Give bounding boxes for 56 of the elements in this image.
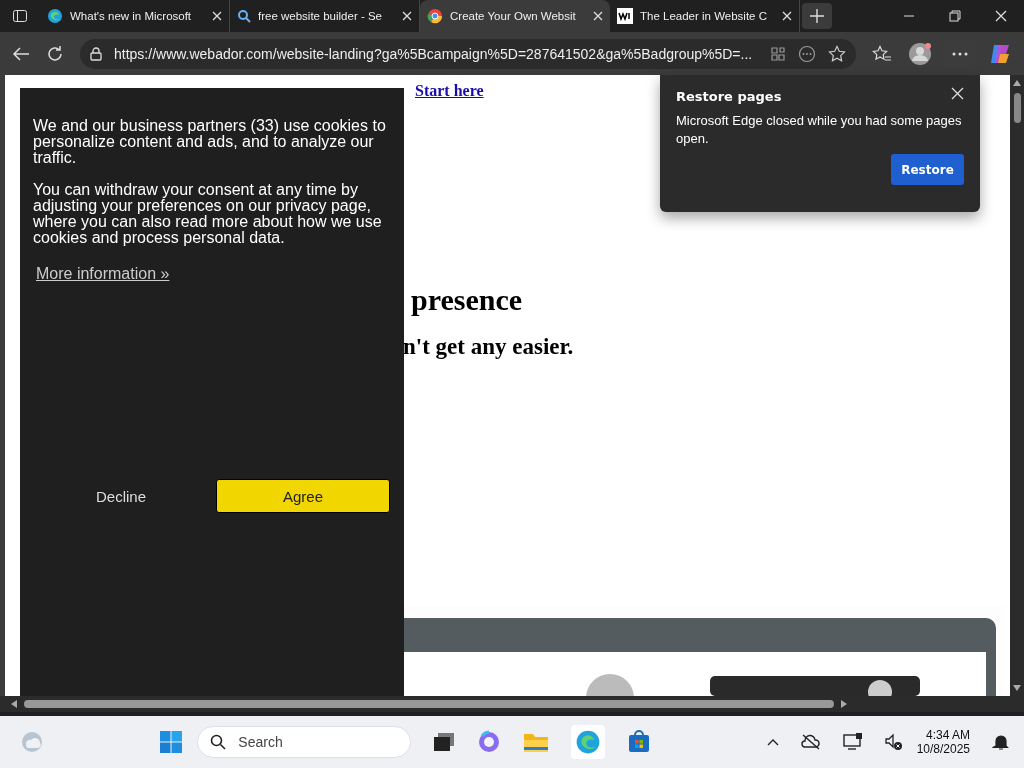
copilot-icon[interactable] [477, 730, 502, 754]
close-icon[interactable] [402, 11, 412, 21]
decline-button[interactable]: Decline [33, 486, 209, 506]
clock-time[interactable]: 4:34 AM [926, 728, 970, 742]
taskbar-search-field[interactable]: Search [236, 733, 391, 751]
apps-icon[interactable] [770, 45, 786, 62]
cookie-text: You can withdraw your consent at any time by adjusting your preferences on our privacy page, where you can also read more about how we use cookies and process personal data. [33, 182, 383, 246]
refresh-icon[interactable] [46, 44, 64, 63]
close-icon[interactable] [995, 10, 1007, 22]
monitor-icon[interactable] [842, 733, 863, 751]
favorites-icon[interactable] [872, 44, 892, 63]
browser-logo-icon[interactable] [575, 729, 602, 755]
popup-message: Microsoft Edge closed while you had some pages open. [676, 112, 963, 148]
lock-icon [90, 46, 102, 61]
logo-icon [617, 8, 633, 24]
scroll-down-icon[interactable] [1012, 684, 1022, 692]
start-icon[interactable] [159, 730, 184, 754]
browser-tab[interactable]: Create Your Own Websit [420, 0, 610, 32]
close-icon[interactable] [212, 11, 222, 21]
back-icon[interactable] [12, 45, 30, 62]
close-icon[interactable] [951, 87, 964, 100]
star-icon[interactable] [828, 44, 846, 63]
task-view-icon[interactable] [433, 732, 456, 752]
cookie-text: We and our business partners (33) use cookies to personalize content and ads, and to analyze our traffic. [33, 118, 387, 166]
notification-bell-icon[interactable] [992, 733, 1010, 751]
browser-logo-icon [47, 8, 63, 24]
restore-button[interactable]: Restore [891, 154, 964, 185]
scroll-up-icon[interactable] [1012, 79, 1022, 87]
restore-window-icon[interactable] [949, 10, 961, 22]
chevron-up-icon[interactable] [766, 738, 779, 746]
promo-link[interactable]: Start here [415, 82, 484, 99]
speaker-muted-icon[interactable] [884, 733, 903, 751]
folder-icon[interactable] [523, 731, 550, 753]
colorful-circle-icon [427, 8, 443, 24]
clock-date[interactable]: 10/8/2025 [916, 742, 970, 756]
scroll-left-icon[interactable] [10, 699, 18, 709]
new-tab-icon[interactable] [802, 3, 832, 29]
scroll-right-icon[interactable] [840, 699, 848, 709]
close-icon[interactable] [782, 11, 792, 21]
search-icon [210, 734, 227, 750]
popup-title: Restore pages [676, 89, 782, 104]
scrollbar-thumb[interactable] [24, 700, 834, 708]
profile-avatar-icon[interactable] [908, 41, 932, 66]
headline: presence [411, 283, 523, 316]
cloud-off-icon[interactable] [800, 734, 821, 750]
scrollbar-thumb[interactable] [1013, 93, 1021, 123]
subheadline: n't get any easier. [403, 334, 574, 359]
store-icon[interactable] [627, 730, 652, 754]
taskbar-search-box[interactable]: Search [197, 726, 412, 758]
search-icon [237, 9, 251, 23]
more-information-link[interactable]: More information » [36, 265, 170, 283]
more-circle-icon[interactable] [798, 44, 816, 63]
tab-actions-icon[interactable] [12, 8, 28, 24]
address-bar[interactable]: https://www.webador.com/website-landing?ga%5Bcampaign%5D=287641502&ga%5Badgroup%5D=... [80, 38, 856, 69]
close-icon[interactable] [593, 11, 603, 21]
agree-button[interactable]: Agree [216, 479, 390, 513]
